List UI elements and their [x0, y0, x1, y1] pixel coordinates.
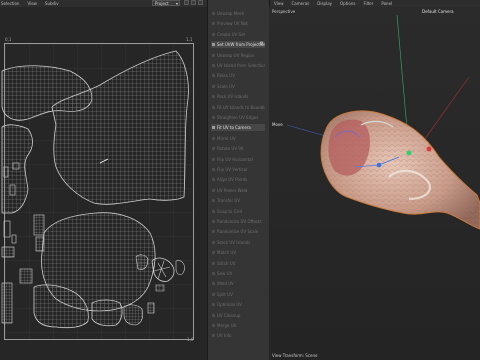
uv-command-label: Randomize UV Scale: [217, 229, 259, 235]
uv-command-label: Align UV Points: [217, 177, 248, 183]
uv-command-label: Split UV: [217, 291, 233, 297]
uv-command-label: Mirror UV: [217, 135, 236, 141]
uv-command-label: Snap to Grid: [217, 208, 243, 214]
menu-view-vp[interactable]: View: [274, 1, 284, 6]
uv-command-item[interactable]: Optimize UV: [211, 301, 265, 308]
uv-command-label: Rotate UV 90: [217, 146, 244, 152]
uv-command-label: Sew UV: [217, 271, 233, 276]
uv-command-label: Pack UV Islands: [217, 94, 249, 100]
uv-command-item[interactable]: Randomize UV Scale: [211, 228, 265, 235]
uv-command-label: Flip UV Horizontal: [217, 156, 253, 162]
uv-command-label: Create UV Set: [217, 31, 246, 37]
uv-command-item[interactable]: Flip UV Horizontal: [211, 156, 265, 163]
viewport-scene[interactable]: [269, 7, 480, 360]
uv-command-label: UV Island from Selection: [217, 63, 265, 68]
uv-command-item[interactable]: UV Peeler Weld: [211, 187, 265, 194]
uv-command-item[interactable]: Weld UV: [211, 280, 265, 287]
uv-command-item[interactable]: Snap to Grid: [211, 208, 265, 215]
uv-command-label: Fit UV Islands to Bounding: [217, 104, 265, 110]
uv-command-item[interactable]: Match UV: [211, 249, 265, 256]
uv-command-item[interactable]: Sew UV: [211, 270, 265, 277]
uv-command-item[interactable]: Mirror UV: [211, 135, 265, 142]
uv-command-item[interactable]: Unwrap UV Region: [211, 52, 265, 59]
uv-tool-icon[interactable]: [184, 0, 189, 5]
uv-command-item[interactable]: Pack UV Islands: [211, 93, 265, 100]
menu-display[interactable]: Display: [317, 1, 332, 6]
uv-toolbar-icons: [184, 0, 203, 5]
uv-command-label: Stack UV Islands: [217, 239, 251, 245]
uv-command-item[interactable]: Merge UV: [211, 322, 265, 329]
uv-command-item[interactable]: Stack UV Islands: [211, 239, 265, 246]
menu-panel[interactable]: Panel: [381, 1, 392, 6]
uv-command-item[interactable]: UV Cleanup: [211, 312, 265, 319]
uv-command-label: Relax UV: [217, 73, 235, 79]
uv-command-item[interactable]: Transfer UV: [211, 197, 265, 204]
uv-command-label: UV Peeler Weld: [217, 187, 248, 193]
uv-command-label: UV Cleanup: [217, 312, 241, 318]
uv-editor-menu: Selection View Subdiv: [1, 1, 59, 6]
uv-command-label: Optimize UV: [217, 302, 242, 308]
uv-command-item[interactable]: Randomize UV Offsets: [211, 218, 265, 225]
uv-command-item[interactable]: Stitch UV: [211, 260, 265, 267]
uv-command-label: Merge UV: [217, 323, 237, 328]
uv-command-item[interactable]: Set UVW from Projection ⚙: [211, 41, 265, 49]
move-tool-label: Move: [272, 122, 283, 127]
uv-command-item[interactable]: UV Island from Selection: [211, 62, 265, 69]
menu-cameras[interactable]: Cameras: [292, 1, 310, 6]
uv-command-label: Unwrap UV Region: [217, 52, 255, 58]
uv-command-item[interactable]: Preview UV Net: [211, 20, 265, 27]
uv-command-label: Fit UV to Camera: [217, 125, 251, 131]
menu-filter[interactable]: Filter: [363, 1, 373, 6]
gizmo-axis-red: [418, 76, 470, 148]
uv-command-label: Randomize UV Offsets: [217, 219, 262, 224]
uv-command-item[interactable]: Align UV Points: [211, 176, 265, 183]
uv-command-label: Stitch UV: [217, 260, 236, 266]
menu-subdiv[interactable]: Subdiv: [45, 1, 59, 6]
menu-view[interactable]: View: [27, 1, 37, 6]
uv-command-label: Scale UV: [217, 83, 235, 89]
uv-editor-panel[interactable]: 0,1 1,1 1,0: [0, 7, 207, 360]
uv-islands-canvas[interactable]: [0, 7, 207, 360]
uv-command-item[interactable]: Scale UV: [211, 83, 265, 90]
menu-selection[interactable]: Selection: [1, 1, 19, 6]
uv-tool-icon[interactable]: [191, 0, 196, 5]
project-select[interactable]: Project: [152, 0, 180, 6]
uv-command-item[interactable]: Straighten UV Edges: [211, 114, 265, 121]
uv-command-label: Straighten UV Edges: [217, 115, 259, 120]
uv-command-label: UV Info: [217, 333, 232, 339]
gear-icon[interactable]: ⚙: [260, 41, 264, 48]
uv-command-label: Unwrap Mesh: [217, 11, 245, 16]
uv-tool-icon[interactable]: [198, 0, 203, 5]
uv-command-item[interactable]: Split UV: [211, 291, 265, 298]
uv-command-item[interactable]: Unwrap Mesh: [211, 10, 265, 17]
menu-options[interactable]: Options: [340, 1, 355, 6]
uv-command-label: Weld UV: [217, 281, 234, 287]
3d-viewport[interactable]: Perspective Default Camera Move View Tra…: [269, 7, 480, 360]
uv-command-label: Preview UV Net: [217, 21, 248, 27]
chicken-leg-model[interactable]: [320, 110, 480, 230]
viewport-menu: View Cameras Display Options Filter Pane…: [274, 1, 392, 6]
uv-command-label: Transfer UV: [217, 198, 241, 204]
uv-command-item[interactable]: Rotate UV 90: [211, 145, 265, 152]
uv-command-item[interactable]: Fit UV Islands to Bounding: [211, 104, 265, 111]
uv-command-label: Flip UV Vertical: [217, 167, 248, 172]
viewport-status: View Transform: Scene: [272, 353, 318, 358]
uv-commands-panel: Unwrap Mesh Preview UV Net Create UV Set Se…: [207, 0, 270, 360]
uv-command-item[interactable]: Fit UV to Camera: [211, 124, 265, 132]
uv-command-label: Set UVW from Projection: [217, 42, 265, 48]
uv-command-item[interactable]: Flip UV Vertical: [211, 166, 265, 173]
uv-command-label: Match UV: [217, 250, 237, 256]
uv-command-item[interactable]: UV Info: [211, 332, 265, 339]
uv-command-item[interactable]: Create UV Set: [211, 31, 265, 38]
uv-command-item[interactable]: Relax UV: [211, 72, 265, 79]
